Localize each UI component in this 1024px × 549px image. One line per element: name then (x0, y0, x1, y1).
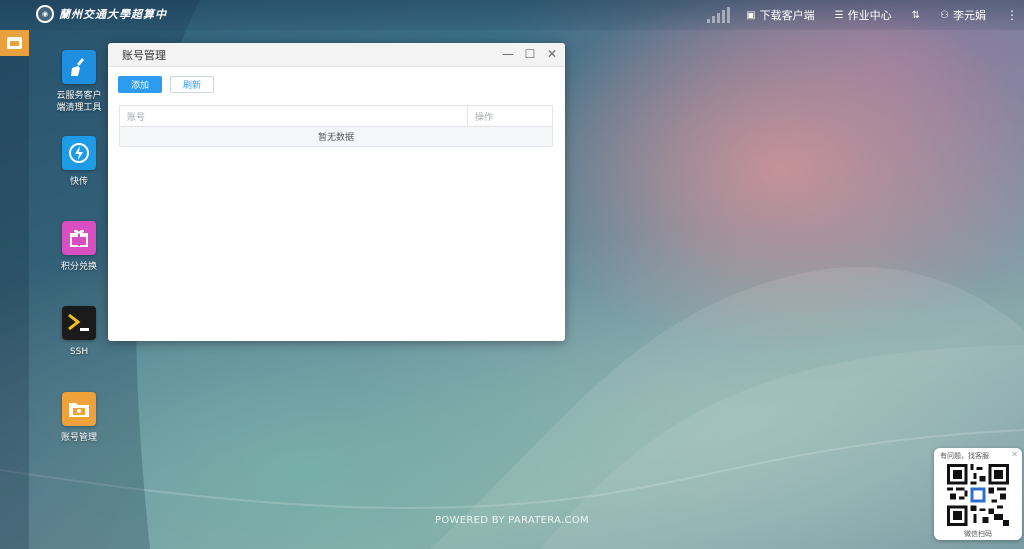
qr-top-text: 有问题，找客服 (940, 452, 989, 460)
download-client-label: 下载客户端 (759, 9, 815, 22)
desktop-icon-points-exchange[interactable]: 积分兑换 (49, 221, 109, 273)
more-menu-icon[interactable]: ⋮ (1006, 8, 1018, 22)
broom-icon (62, 50, 96, 84)
qr-close-icon[interactable]: ✕ (1011, 450, 1018, 459)
desktop-icon-account-management[interactable]: 账号管理 (49, 392, 109, 444)
terminal-icon (62, 306, 96, 340)
desktop-icon-cleanup-tool[interactable]: 云服务客户 端清理工具 (49, 50, 109, 114)
transfer-button[interactable]: ⇅ (912, 10, 920, 21)
list-icon: ☰ (834, 9, 844, 21)
job-center-label: 作业中心 (847, 9, 892, 22)
close-icon[interactable]: ✕ (545, 47, 559, 61)
ssh-label: SSH (69, 347, 89, 357)
qr-code-image (947, 464, 1009, 526)
logo-text: 蘭州交通大學超算中 (59, 8, 167, 21)
gift-icon (62, 221, 96, 255)
column-header-actions[interactable]: 操作 (468, 106, 552, 126)
transfer-arrows-icon: ⇅ (911, 9, 921, 21)
user-icon: ⚇ (940, 9, 949, 21)
account-management-window: 账号管理 — ☐ ✕ 添加 刷新 账号 操作 暂无数据 (108, 43, 565, 341)
user-name: 李元娟 (953, 9, 986, 22)
account-management-label: 账号管理 (60, 433, 97, 443)
top-bar: ◉ 蘭州交通大學超算中 ▣ 下载客户端 ☰ 作业中心 ⇅ ⚇ 李元娟 ⋮ (0, 0, 1024, 30)
download-client-button[interactable]: ▣ 下载客户端 (746, 7, 814, 23)
top-nav: ▣ 下载客户端 ☰ 作业中心 ⇅ ⚇ 李元娟 ⋮ (707, 0, 1024, 30)
signal-strength-icon (707, 7, 731, 23)
table-header: 账号 操作 (120, 106, 552, 127)
cleanup-tool-label-2: 端清理工具 (56, 103, 102, 113)
column-header-account[interactable]: 账号 (120, 106, 468, 126)
university-logo: ◉ 蘭州交通大學超算中 (36, 5, 167, 23)
job-center-button[interactable]: ☰ 作业中心 (835, 7, 892, 23)
folder-icon (7, 37, 22, 49)
lightning-icon (62, 136, 96, 170)
window-title: 账号管理 (108, 43, 565, 67)
monitor-icon: ▣ (746, 9, 756, 21)
window-controls: — ☐ ✕ (501, 47, 559, 61)
qr-bottom-text: 微信扫码 (964, 530, 992, 538)
university-seal-icon: ◉ (36, 5, 54, 23)
refresh-button[interactable]: 刷新 (170, 76, 215, 93)
desktop-icon-quick-transfer[interactable]: 快传 (49, 136, 109, 188)
taskbar-account-management[interactable] (0, 30, 29, 56)
customer-service-qr-widget: 有问题，找客服 ✕ 微信扫码 (934, 448, 1022, 540)
minimize-icon[interactable]: — (501, 47, 515, 61)
points-exchange-label: 积分兑换 (60, 262, 97, 272)
powered-by-footer: POWERED BY PARATERA.COM (435, 515, 589, 526)
maximize-icon[interactable]: ☐ (523, 47, 537, 61)
desktop-icon-ssh[interactable]: SSH (49, 306, 109, 358)
add-button[interactable]: 添加 (118, 76, 163, 93)
accounts-table: 账号 操作 暂无数据 (119, 105, 553, 147)
taskbar (0, 30, 29, 549)
quick-transfer-label: 快传 (69, 177, 88, 187)
user-menu[interactable]: ⚇ 李元娟 (940, 7, 986, 23)
table-empty-state: 暂无数据 (120, 127, 552, 146)
window-toolbar: 添加 刷新 (118, 76, 215, 93)
account-folder-icon (62, 392, 96, 426)
cleanup-tool-label-1: 云服务客户 (56, 91, 102, 101)
